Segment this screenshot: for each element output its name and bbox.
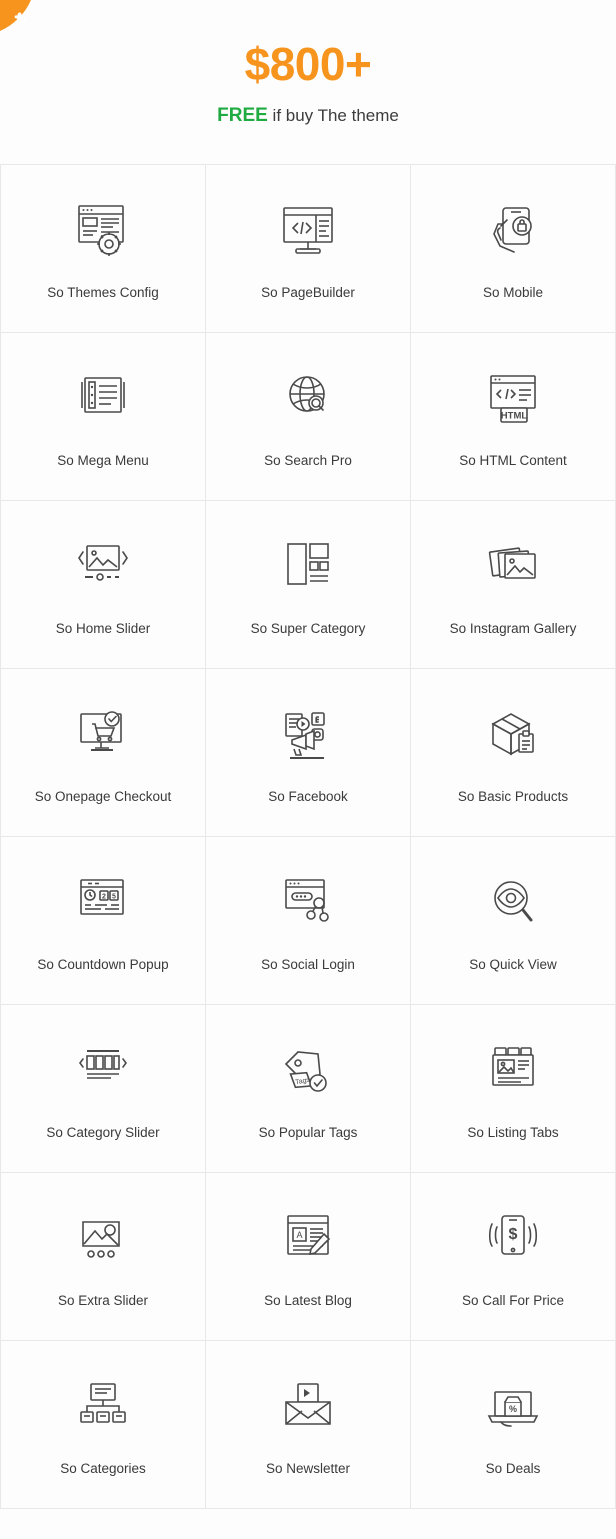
grid-item-label: So Extra Slider xyxy=(57,1293,149,1309)
newsletter-envelope-icon xyxy=(276,1371,340,1445)
categories-tree-icon xyxy=(71,1371,135,1445)
popular-tags-icon: Tags xyxy=(276,1035,340,1109)
grid-item-label: So Popular Tags xyxy=(258,1125,358,1141)
category-slider-icon xyxy=(71,1035,135,1109)
grid-item[interactable]: 2 5 So Countdown Popup xyxy=(1,836,206,1005)
grid-item-label: So Mobile xyxy=(482,285,544,301)
grid-item[interactable]: So Super Category xyxy=(206,500,411,669)
grid-item-label: So Instagram Gallery xyxy=(449,621,577,637)
hero-section: $800+ FREE if buy The theme xyxy=(0,0,616,127)
facebook-megaphone-icon xyxy=(276,699,340,773)
grid-item-label: So Countdown Popup xyxy=(37,957,169,973)
hero-subtitle: FREE if buy The theme xyxy=(0,105,616,127)
globe-search-icon xyxy=(276,363,340,437)
grid-item-label: So Social Login xyxy=(261,957,355,973)
onepage-checkout-icon xyxy=(71,699,135,773)
grid-item[interactable]: $ So Call For Price xyxy=(411,1172,616,1341)
extra-slider-icon xyxy=(71,1203,135,1277)
grid-item: So Mega Menu xyxy=(1,332,206,501)
grid-item-label: So Mega Menu xyxy=(57,453,149,469)
grid-item[interactable]: HTML So HTML Content xyxy=(411,332,616,501)
mobile-hand-icon xyxy=(481,195,545,269)
grid-item-label: So Basic Products xyxy=(457,789,569,805)
call-for-price-icon: $ xyxy=(481,1203,545,1277)
grid-item-label: So Home Slider xyxy=(55,621,151,637)
listing-tabs-icon xyxy=(481,1035,545,1109)
grid-item[interactable]: So Facebook xyxy=(206,668,411,837)
deals-laptop-icon: % xyxy=(481,1371,545,1445)
grid-item-label: So Facebook xyxy=(268,789,348,805)
grid-item[interactable]: A So Latest Blog xyxy=(206,1172,411,1341)
grid-item[interactable]: So Listing Tabs xyxy=(411,1004,616,1173)
grid-item-label: So Latest Blog xyxy=(264,1293,352,1309)
grid-item[interactable]: So Categories xyxy=(1,1340,206,1509)
grid-item[interactable]: So Category Slider xyxy=(1,1004,206,1173)
grid-item[interactable]: So Quick View xyxy=(411,836,616,1005)
grid-item[interactable]: So Basic Products xyxy=(411,668,616,837)
hero-sub-rest: if buy The theme xyxy=(267,105,399,125)
grid-item[interactable]: So Search Pro xyxy=(206,332,411,501)
svg-text:%: % xyxy=(509,1404,517,1414)
puzzle-piece-icon xyxy=(14,12,27,25)
countdown-popup-icon: 2 5 xyxy=(71,867,135,941)
grid-item-label: So Themes Config xyxy=(47,285,159,301)
page-root: $800+ FREE if buy The theme So Themes Co… xyxy=(0,0,616,1539)
grid-item-label: So Category Slider xyxy=(46,1125,160,1141)
grid-item-label: So Listing Tabs xyxy=(467,1125,559,1141)
grid-item[interactable]: So Home Slider xyxy=(1,500,206,669)
mega-menu-icon xyxy=(71,363,135,437)
grid-item-label: So Call For Price xyxy=(461,1293,565,1309)
svg-text:5: 5 xyxy=(112,894,116,901)
instagram-gallery-icon xyxy=(481,531,545,605)
grid-item-label: So Deals xyxy=(485,1461,541,1477)
grid-item[interactable]: So Extra Slider xyxy=(1,1172,206,1341)
grid-item-label: So Onepage Checkout xyxy=(34,789,172,805)
social-login-icon xyxy=(276,867,340,941)
hero-free-word: FREE xyxy=(217,104,268,126)
grid-item-label: So Newsletter xyxy=(265,1461,351,1477)
basic-products-icon xyxy=(481,699,545,773)
grid-item-label: So Super Category xyxy=(250,621,366,637)
grid-item[interactable]: So PageBuilder xyxy=(206,164,411,333)
grid-item[interactable]: So Onepage Checkout xyxy=(1,668,206,837)
grid-item-label: So HTML Content xyxy=(459,453,567,469)
grid-item[interactable]: % So Deals xyxy=(411,1340,616,1509)
extensions-grid: So Themes Config So PageBuilder So Mobil… xyxy=(0,163,616,1509)
home-slider-icon xyxy=(71,531,135,605)
grid-item[interactable]: Tags So Popular Tags xyxy=(206,1004,411,1173)
latest-blog-icon: A xyxy=(276,1203,340,1277)
grid-item-label: So Categories xyxy=(60,1461,146,1477)
grid-item[interactable]: So Mobile xyxy=(411,164,616,333)
svg-text:2: 2 xyxy=(102,894,106,901)
svg-text:HTML: HTML xyxy=(501,411,528,422)
themes-config-icon xyxy=(71,195,135,269)
super-category-icon xyxy=(276,531,340,605)
grid-item-label: So Search Pro xyxy=(264,453,352,469)
grid-item[interactable]: So Newsletter xyxy=(206,1340,411,1509)
svg-text:$: $ xyxy=(509,1226,518,1243)
quick-view-icon xyxy=(481,867,545,941)
grid-item[interactable]: So Themes Config xyxy=(1,164,206,333)
html-content-icon: HTML xyxy=(481,363,545,437)
grid-item[interactable]: So Instagram Gallery xyxy=(411,500,616,669)
svg-text:A: A xyxy=(296,1230,302,1240)
grid-item-label: So PageBuilder xyxy=(261,285,355,301)
grid-item[interactable]: So Social Login xyxy=(206,836,411,1005)
hero-price: $800+ xyxy=(244,38,372,90)
pagebuilder-icon xyxy=(276,195,340,269)
grid-item-label: So Quick View xyxy=(469,957,557,973)
